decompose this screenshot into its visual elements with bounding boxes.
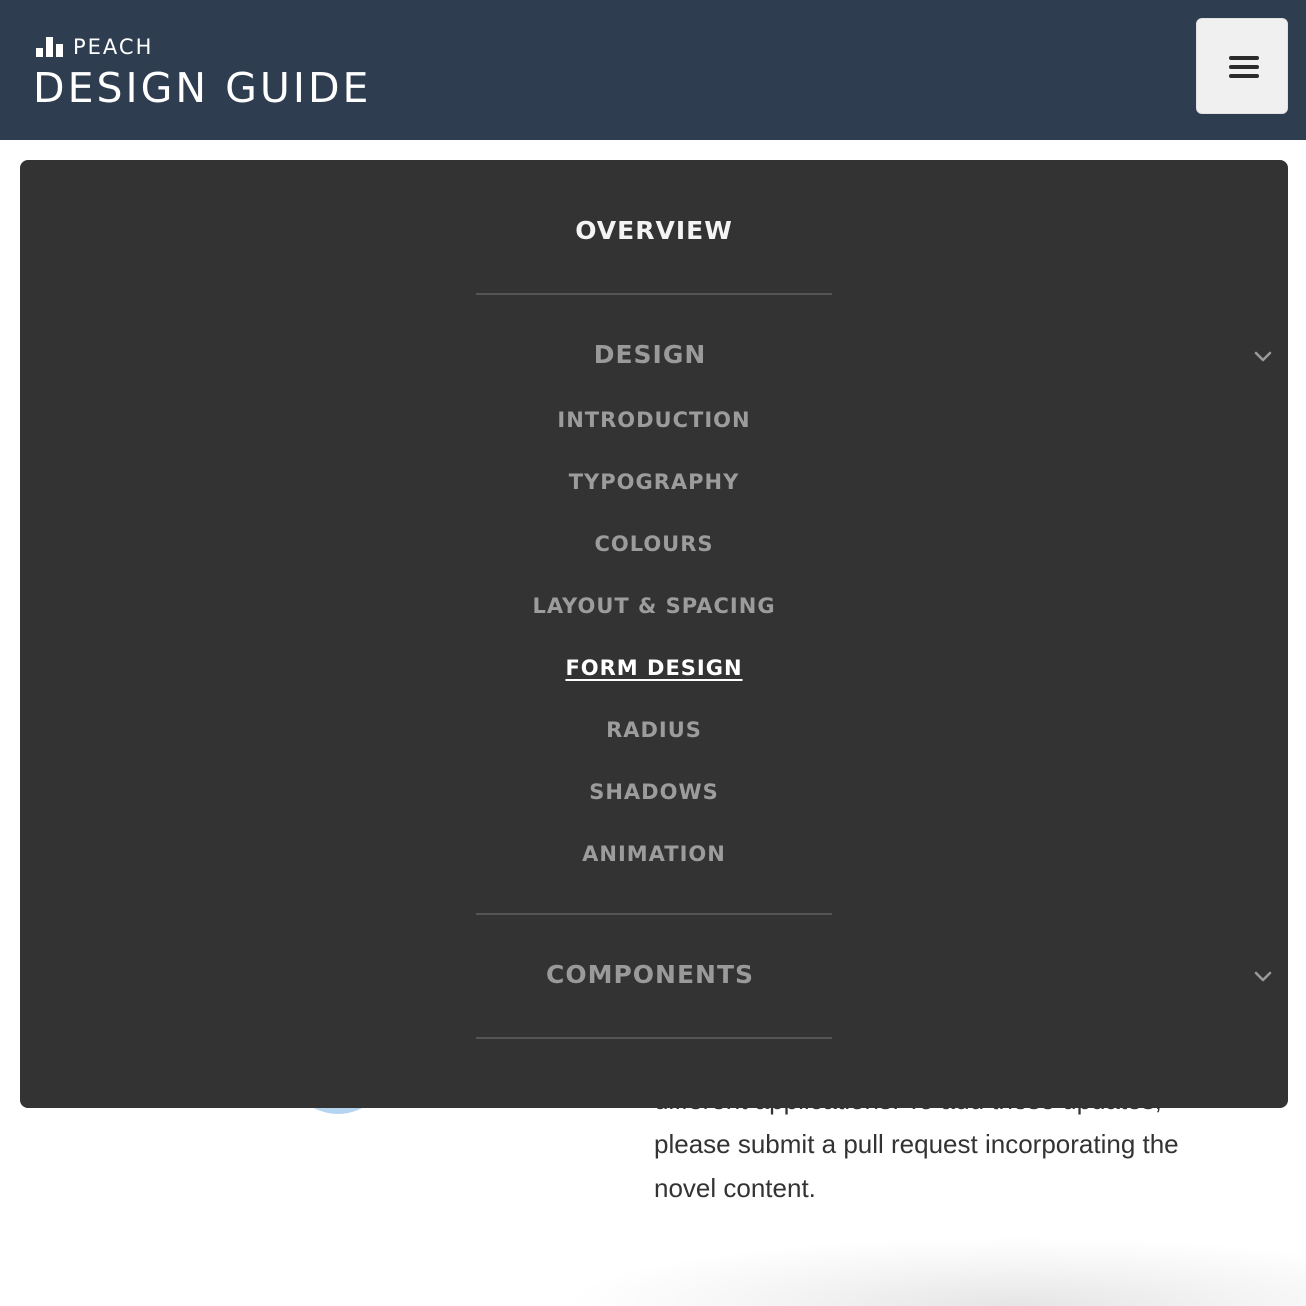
menu-toggle-button[interactable] [1196, 18, 1288, 114]
menu-item-radius[interactable]: RADIUS [20, 718, 1288, 742]
menu-item-form-design[interactable]: FORM DESIGN [20, 656, 1288, 680]
brand-logo[interactable]: PEACH [36, 35, 154, 59]
menu-item-layout-spacing[interactable]: LAYOUT & SPACING [20, 594, 1288, 618]
site-title[interactable]: DESIGN GUIDE [33, 62, 371, 114]
menu-divider [476, 913, 832, 915]
menu-item-introduction[interactable]: INTRODUCTION [20, 408, 1288, 432]
brand-name: PEACH [73, 35, 154, 59]
hamburger-icon [1229, 56, 1259, 78]
site-header: PEACH DESIGN GUIDE [0, 0, 1306, 140]
bar-chart-logo-icon [36, 36, 63, 57]
card-shadow [560, 1236, 1306, 1306]
menu-section-design[interactable]: DESIGN [16, 340, 1284, 369]
body-line: please submit a pull request incorporati… [654, 1129, 1179, 1159]
menu-divider [476, 293, 832, 295]
menu-item-shadows[interactable]: SHADOWS [20, 780, 1288, 804]
menu-item-typography[interactable]: TYPOGRAPHY [20, 470, 1288, 494]
menu-item-animation[interactable]: ANIMATION [20, 842, 1288, 866]
chevron-down-icon[interactable] [1254, 968, 1272, 986]
menu-item-overview[interactable]: OVERVIEW [20, 216, 1288, 245]
menu-divider [476, 1037, 832, 1039]
menu-item-colours[interactable]: COLOURS [20, 532, 1288, 556]
body-line: novel content. [654, 1173, 816, 1203]
menu-section-components[interactable]: COMPONENTS [16, 960, 1284, 989]
chevron-down-icon[interactable] [1254, 348, 1272, 366]
navigation-menu-panel: OVERVIEW DESIGN INTRODUCTION TYPOGRAPHY … [20, 160, 1288, 1108]
